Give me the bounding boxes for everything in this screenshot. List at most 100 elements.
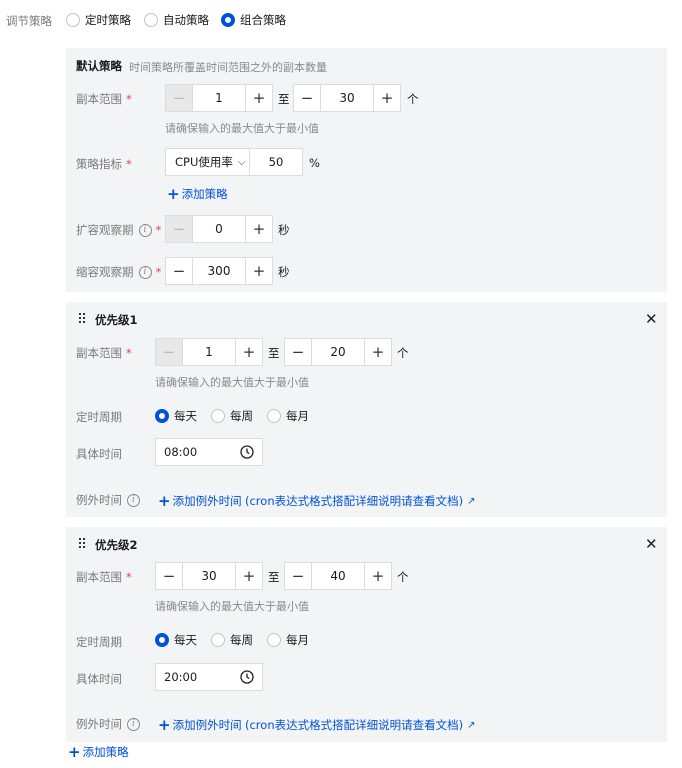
- metric-label: 策略指标 *: [76, 157, 132, 171]
- time-picker[interactable]: 20:00: [155, 663, 263, 691]
- metric-select[interactable]: CPU使用率 ⌵: [165, 148, 250, 176]
- increment-button[interactable]: +: [364, 339, 391, 365]
- replica-min-value[interactable]: 1: [183, 339, 235, 365]
- decrement-button[interactable]: −: [294, 85, 321, 111]
- increment-button[interactable]: +: [235, 563, 262, 589]
- decrement-button[interactable]: −: [285, 563, 312, 589]
- metric-unit: %: [309, 156, 320, 170]
- scale-up-label: 扩容观察期 i *: [76, 223, 162, 237]
- replica-max-value[interactable]: 30: [321, 85, 373, 111]
- replica-range-label: 副本范围 *: [76, 570, 132, 584]
- default-policy-description: 时间策略所覆盖时间范围之外的副本数量: [129, 61, 327, 74]
- add-policy-label: 添加策略: [82, 745, 129, 759]
- replica-range-label: 副本范围 *: [76, 346, 132, 360]
- close-icon[interactable]: ✕: [645, 310, 658, 328]
- increment-button[interactable]: +: [245, 216, 272, 242]
- radio-label: 自动策略: [163, 13, 209, 27]
- period-label: 定时周期: [76, 635, 122, 649]
- radio-weekly[interactable]: 每周: [211, 408, 253, 424]
- add-exception-label: 添加例外时间: [172, 494, 242, 508]
- radio-circle-icon: [211, 633, 225, 647]
- increment-button[interactable]: +: [373, 85, 400, 111]
- plus-icon: +: [167, 184, 180, 203]
- add-exception-label: 添加例外时间: [172, 718, 242, 732]
- info-icon[interactable]: i: [138, 223, 152, 237]
- add-exception-link[interactable]: + 添加例外时间: [158, 717, 242, 733]
- radio-monthly[interactable]: 每月: [267, 408, 309, 424]
- plus-icon: +: [68, 742, 81, 761]
- radio-daily[interactable]: 每天: [155, 408, 197, 424]
- radio-timed-strategy[interactable]: 定时策略: [66, 12, 131, 28]
- drag-handle-icon[interactable]: [79, 538, 85, 548]
- period-label: 定时周期: [76, 410, 122, 424]
- drag-handle-icon[interactable]: [79, 313, 85, 323]
- range-to-text: 至: [268, 570, 280, 584]
- add-policy-link[interactable]: + 添加策略: [167, 186, 228, 202]
- radio-circle-icon: [267, 409, 281, 423]
- decrement-button[interactable]: −: [156, 339, 183, 365]
- radio-label: 每天: [174, 633, 197, 647]
- scale-down-value[interactable]: 300: [193, 258, 245, 284]
- scale-down-unit: 秒: [278, 265, 290, 279]
- range-to-text: 至: [268, 346, 280, 360]
- replica-min-stepper[interactable]: − 30 +: [155, 562, 263, 590]
- scale-down-stepper[interactable]: − 300 +: [165, 257, 273, 285]
- radio-auto-strategy[interactable]: 自动策略: [144, 12, 209, 28]
- decrement-button[interactable]: −: [166, 216, 193, 242]
- increment-button[interactable]: +: [245, 85, 272, 111]
- cron-doc-link[interactable]: (cron表达式格式搭配详细说明请查看文档) ↗: [245, 493, 475, 509]
- replica-max-value[interactable]: 40: [312, 563, 364, 589]
- clock-icon: [240, 670, 254, 684]
- plus-icon: +: [158, 715, 171, 734]
- radio-circle-icon: [267, 633, 281, 647]
- decrement-button[interactable]: −: [166, 85, 193, 111]
- radio-label: 组合策略: [240, 13, 286, 27]
- radio-weekly[interactable]: 每周: [211, 632, 253, 648]
- replica-unit: 个: [397, 570, 409, 584]
- metric-selected-value: CPU使用率: [175, 155, 233, 169]
- radio-label: 每周: [230, 633, 253, 647]
- info-icon[interactable]: i: [127, 717, 140, 731]
- add-exception-link[interactable]: + 添加例外时间: [158, 493, 242, 509]
- priority-title: 优先级1: [95, 313, 138, 327]
- replica-unit: 个: [397, 346, 409, 360]
- decrement-button[interactable]: −: [285, 339, 312, 365]
- replica-max-stepper[interactable]: − 30 +: [293, 84, 401, 112]
- metric-value-input[interactable]: 50: [249, 148, 303, 176]
- scale-up-value[interactable]: 0: [193, 216, 245, 242]
- replica-range-hint: 请确保输入的最大值大于最小值: [155, 600, 309, 613]
- replica-unit: 个: [407, 92, 419, 106]
- radio-combined-strategy[interactable]: 组合策略: [221, 12, 286, 28]
- replica-min-stepper[interactable]: − 1 +: [155, 338, 263, 366]
- replica-max-stepper[interactable]: − 20 +: [284, 338, 392, 366]
- increment-button[interactable]: +: [364, 563, 391, 589]
- cron-doc-label: (cron表达式格式搭配详细说明请查看文档): [245, 494, 464, 508]
- replica-max-value[interactable]: 20: [312, 339, 364, 365]
- external-link-icon: ↗: [467, 719, 476, 731]
- info-icon[interactable]: i: [138, 265, 152, 279]
- exception-label: 例外时间 i: [76, 716, 140, 732]
- scale-up-stepper[interactable]: − 0 +: [165, 215, 273, 243]
- add-policy-label: 添加策略: [181, 187, 228, 201]
- time-picker[interactable]: 08:00: [155, 438, 263, 466]
- increment-button[interactable]: +: [245, 258, 272, 284]
- time-label: 具体时间: [76, 672, 122, 686]
- replica-min-value[interactable]: 30: [183, 563, 235, 589]
- info-icon[interactable]: i: [127, 493, 140, 507]
- decrement-button[interactable]: −: [166, 258, 193, 284]
- scale-down-label: 缩容观察期 i *: [76, 265, 162, 279]
- close-icon[interactable]: ✕: [645, 535, 658, 553]
- replica-range-label: 副本范围 *: [76, 92, 132, 106]
- radio-selected-icon: [155, 633, 169, 647]
- cron-doc-link[interactable]: (cron表达式格式搭配详细说明请查看文档) ↗: [245, 717, 475, 733]
- add-policy-bottom-link[interactable]: + 添加策略: [68, 744, 129, 760]
- decrement-button[interactable]: −: [156, 563, 183, 589]
- chevron-down-icon: ⌵: [237, 156, 246, 168]
- replica-max-stepper[interactable]: − 40 +: [284, 562, 392, 590]
- priority-title: 优先级2: [95, 538, 138, 552]
- increment-button[interactable]: +: [235, 339, 262, 365]
- replica-min-stepper[interactable]: − 1 +: [165, 84, 273, 112]
- radio-daily[interactable]: 每天: [155, 632, 197, 648]
- replica-min-value[interactable]: 1: [193, 85, 245, 111]
- radio-monthly[interactable]: 每月: [267, 632, 309, 648]
